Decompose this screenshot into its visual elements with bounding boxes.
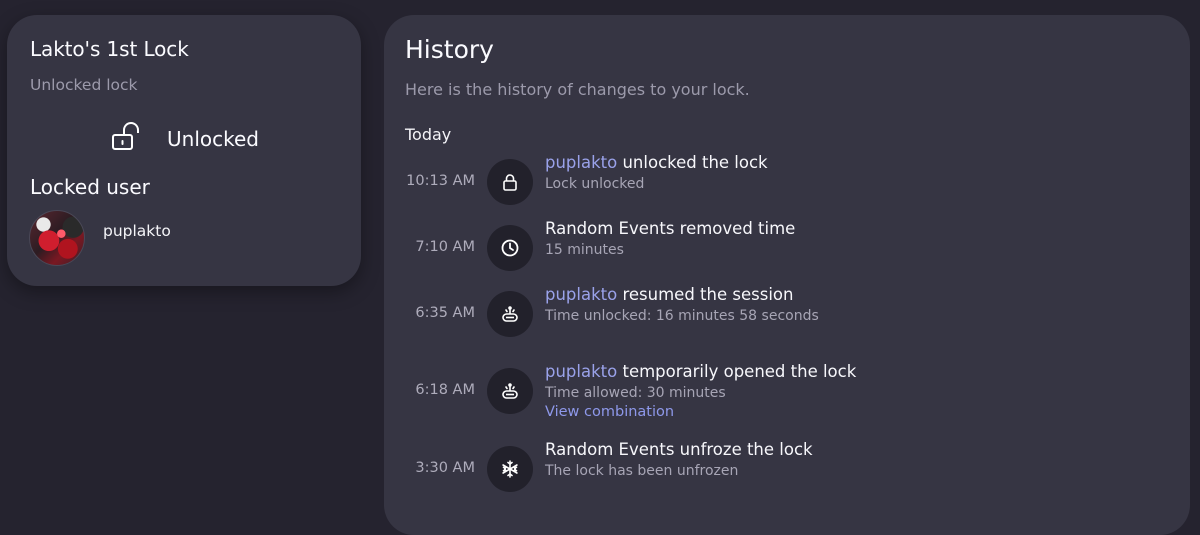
locked-user-row[interactable]: puplakto: [29, 210, 171, 266]
event-text: puplakto temporarily opened the lock Tim…: [545, 362, 856, 420]
event-time: 10:13 AM: [406, 173, 475, 189]
event-detail: Time unlocked: 16 minutes 58 seconds: [545, 308, 819, 324]
history-description: Here is the history of changes to your l…: [405, 80, 750, 99]
event-text: puplakto unlocked the lock Lock unlocked: [545, 153, 768, 192]
event-detail: The lock has been unfrozen: [545, 463, 739, 479]
event-detail: Time allowed: 30 minutes: [545, 385, 726, 401]
event-text: Random Events unfroze the lock The lock …: [545, 440, 813, 479]
event-detail: 15 minutes: [545, 242, 624, 258]
lock-status: Unlocked: [111, 122, 259, 156]
event-text: puplakto resumed the session Time unlock…: [545, 285, 819, 324]
lock-icon: [487, 159, 533, 205]
event-detail: Lock unlocked: [545, 176, 645, 192]
event-action: resumed the session: [617, 285, 794, 304]
locked-user-heading: Locked user: [30, 175, 150, 199]
lock-card: Lakto's 1st Lock Unlocked lock Unlocked …: [7, 15, 361, 286]
clock-icon: [487, 225, 533, 271]
snowflake-icon: [487, 446, 533, 492]
locked-user-name[interactable]: puplakto: [103, 222, 171, 240]
event-time: 6:18 AM: [415, 382, 475, 398]
event-time: 6:35 AM: [415, 305, 475, 321]
lock-title: Lakto's 1st Lock: [30, 37, 189, 61]
avatar[interactable]: [29, 210, 85, 266]
event-title: puplakto resumed the session: [545, 285, 819, 304]
event-title: puplakto unlocked the lock: [545, 153, 768, 172]
history-day-label: Today: [405, 125, 452, 144]
event-time: 3:30 AM: [415, 460, 475, 476]
lock-status-label: Unlocked: [167, 127, 259, 151]
event-time: 7:10 AM: [415, 239, 475, 255]
history-event: 7:10 AM Random Events removed time 15 mi…: [384, 219, 1190, 285]
history-card: History Here is the history of changes t…: [384, 15, 1190, 535]
lock-open-icon: [111, 122, 147, 156]
event-actor-link[interactable]: puplakto: [545, 362, 617, 381]
event-title: puplakto temporarily opened the lock: [545, 362, 856, 381]
session-icon: [487, 291, 533, 337]
event-actor-link[interactable]: puplakto: [545, 285, 617, 304]
session-icon: [487, 368, 533, 414]
history-event: 3:30 AM Random Events unfroze the lock T…: [384, 440, 1190, 506]
history-event: 10:13 AM puplakto unlocked the lock Lock…: [384, 153, 1190, 219]
history-title: History: [405, 35, 494, 64]
lock-subtitle: Unlocked lock: [30, 76, 138, 94]
history-event: 6:35 AM puplakto resumed the session Tim…: [384, 285, 1190, 351]
event-title: Random Events removed time: [545, 219, 796, 238]
view-combination-link[interactable]: View combination: [545, 404, 856, 420]
event-action: unlocked the lock: [617, 153, 768, 172]
event-title: Random Events unfroze the lock: [545, 440, 813, 459]
event-action: temporarily opened the lock: [617, 362, 857, 381]
history-event: 6:18 AM puplakto temporarily opened the …: [384, 362, 1190, 428]
event-actor-link[interactable]: puplakto: [545, 153, 617, 172]
event-text: Random Events removed time 15 minutes: [545, 219, 795, 258]
